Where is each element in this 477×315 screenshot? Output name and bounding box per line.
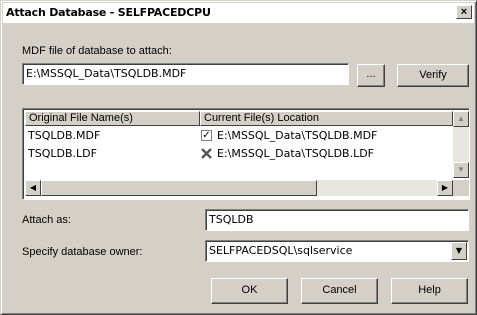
close-icon[interactable]: × <box>456 5 472 19</box>
verify-button[interactable]: Verify <box>397 64 469 87</box>
row-2-original-name[interactable]: TSQLDB.LDF <box>28 145 97 162</box>
column-header-location[interactable]: Current File(s) Location <box>200 111 453 126</box>
help-button[interactable]: Help <box>391 278 468 304</box>
check-icon: ✓ <box>201 130 212 141</box>
scroll-up-icon[interactable]: ▲ <box>453 111 469 127</box>
row-2-location[interactable]: E:\MSSQL_Data\TSQLDB.LDF <box>217 145 374 162</box>
chevron-down-icon[interactable]: ▼ <box>451 242 467 260</box>
column-header-original[interactable]: Original File Name(s) <box>25 111 200 126</box>
file-list[interactable]: Original File Name(s) Current File(s) Lo… <box>22 108 470 200</box>
attach-as-label: Attach as: <box>22 214 71 226</box>
ok-button[interactable]: OK <box>211 278 288 304</box>
attach-database-dialog: Attach Database - SELFPACEDCPU × MDF fil… <box>0 0 477 315</box>
scrollbar-corner <box>453 180 469 196</box>
scroll-left-icon[interactable]: ◀ <box>25 180 41 196</box>
scroll-down-icon[interactable]: ▼ <box>453 162 469 178</box>
missing-file-x-icon <box>201 148 212 159</box>
vertical-scrollbar[interactable]: ▲ ▼ <box>453 111 469 178</box>
horizontal-scroll-thumb[interactable] <box>41 180 317 196</box>
database-owner-label: Specify database owner: <box>22 246 143 258</box>
database-owner-select[interactable]: SELFPACEDSQL\sqlservice ▼ <box>205 240 469 262</box>
horizontal-scrollbar[interactable]: ◀ ▶ <box>25 180 453 196</box>
database-owner-value: SELFPACEDSQL\sqlservice <box>209 244 353 257</box>
attach-as-input[interactable]: TSQLDB <box>205 209 469 231</box>
row-1-original-name[interactable]: TSQLDB.MDF <box>28 127 100 144</box>
scroll-right-icon[interactable]: ▶ <box>437 180 453 196</box>
title-bar: Attach Database - SELFPACEDCPU × <box>3 3 474 23</box>
browse-button[interactable]: ... <box>357 64 385 87</box>
window-title: Attach Database - SELFPACEDCPU <box>6 6 211 19</box>
mdf-file-label: MDF file of database to attach: <box>22 45 172 57</box>
mdf-file-input[interactable]: E:\MSSQL_Data\TSQLDB.MDF <box>22 63 349 85</box>
row-1-location[interactable]: E:\MSSQL_Data\TSQLDB.MDF <box>217 127 377 144</box>
cancel-button[interactable]: Cancel <box>301 278 378 304</box>
